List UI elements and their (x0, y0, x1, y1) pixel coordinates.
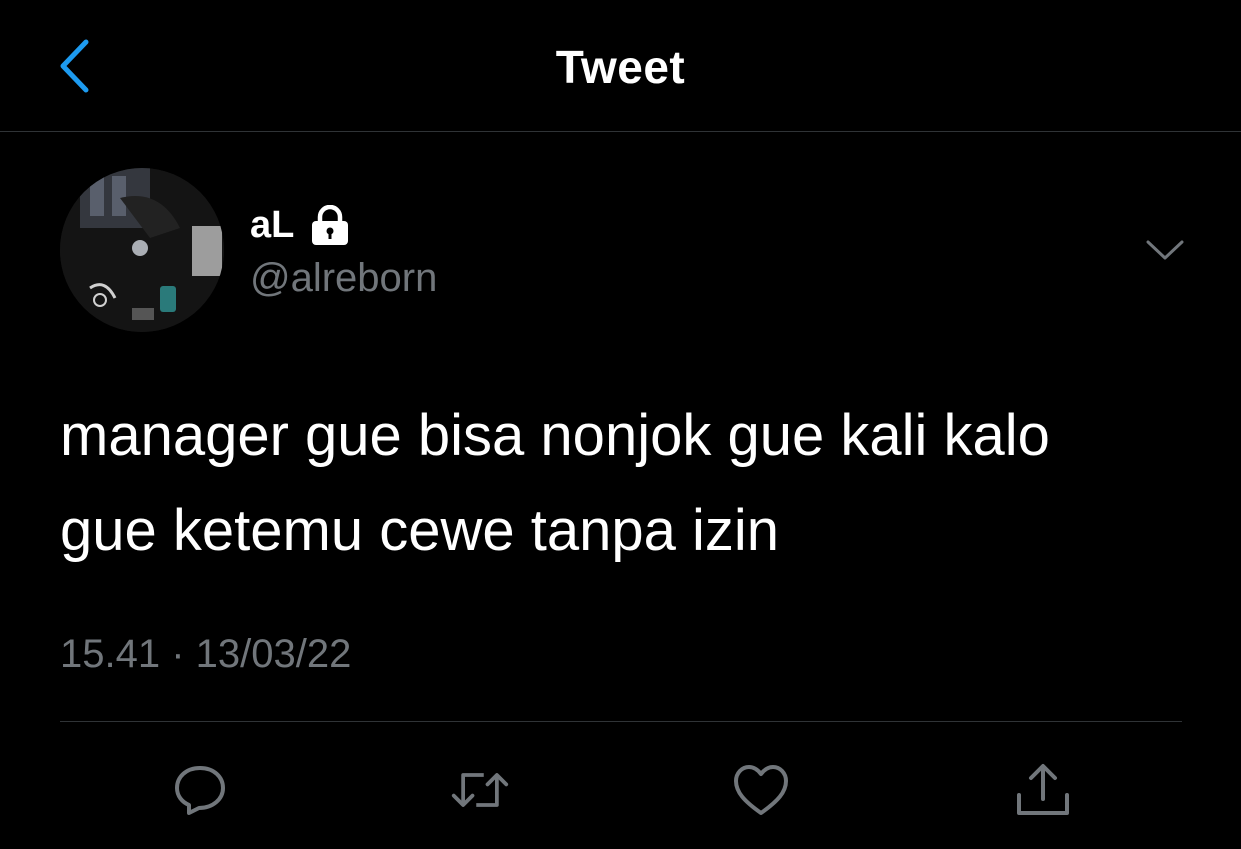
tweet-text-line: manager gue bisa nonjok gue kali kalo (60, 403, 1050, 468)
display-name[interactable]: aL (250, 204, 294, 247)
top-navigation-bar: Tweet (0, 0, 1241, 132)
retweet-button[interactable] (450, 760, 510, 820)
author-name-row: aL (250, 200, 352, 250)
lock-icon (312, 205, 349, 245)
tweet-text: manager gue bisa nonjok gue kali kalo gu… (60, 388, 1190, 578)
retweet-icon (451, 773, 509, 807)
tweet-timestamp[interactable]: 15.41 · 13/03/22 (60, 632, 351, 677)
avatar-photo (60, 168, 224, 332)
share-icon (1017, 764, 1069, 815)
divider (60, 721, 1182, 722)
heart-icon (734, 765, 788, 815)
user-handle[interactable]: @alreborn (250, 256, 437, 301)
more-options-button[interactable] (1140, 228, 1190, 272)
like-button[interactable] (731, 760, 791, 820)
tweet-text-line: gue ketemu cewe tanpa izin (60, 498, 779, 563)
reply-button[interactable] (170, 760, 230, 820)
share-button[interactable] (1013, 760, 1073, 820)
chevron-down-icon (1146, 240, 1184, 260)
avatar[interactable] (60, 168, 224, 332)
page-title: Tweet (555, 41, 686, 93)
reply-icon (175, 766, 225, 815)
